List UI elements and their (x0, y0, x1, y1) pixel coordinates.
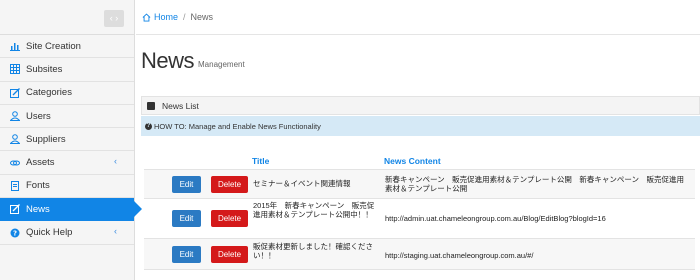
svg-text:?: ? (13, 229, 17, 237)
user-icon (9, 110, 21, 122)
howto-text: HOW TO: Manage and Enable News Functiona… (154, 121, 321, 131)
link-icon (9, 157, 21, 169)
chevron-left-icon: ‹ (114, 156, 117, 167)
news-list-panel: News List ? HOW TO: Manage and Enable Ne… (141, 96, 700, 270)
news-content-cell: http://admin.uat.chameleongroup.com.au/B… (385, 214, 606, 223)
grid-icon (9, 63, 21, 75)
sidebar-item-users[interactable]: Users (0, 105, 134, 129)
question-circle-icon: ? (9, 227, 21, 239)
edit-icon (9, 87, 21, 99)
user-icon (9, 133, 21, 145)
sidebar-item-news[interactable]: News (0, 198, 142, 222)
breadcrumb-home-link[interactable]: Home (154, 12, 178, 22)
sidebar-item-label: Categories (26, 87, 72, 99)
sidebar-header: ‹ › (0, 0, 134, 35)
app: ‹ › Site Creation Subsites Categories Us… (0, 0, 700, 280)
sidebar-collapse-button[interactable]: ‹ › (104, 10, 124, 27)
sidebar-item-label: Quick Help (26, 227, 73, 239)
panel-title: News List (162, 100, 199, 111)
edit-icon (9, 203, 21, 215)
sidebar-item-suppliers[interactable]: Suppliers (0, 128, 134, 152)
chevron-left-icon: ‹ (114, 226, 117, 237)
sidebar-item-subsites[interactable]: Subsites (0, 58, 134, 82)
home-icon (142, 12, 151, 22)
howto-link[interactable]: ? HOW TO: Manage and Enable News Functio… (141, 116, 700, 136)
main-content: Home / News News Management News List ? … (136, 0, 700, 280)
news-title-cell: 2015年 新春キャンペーン 販売促進用素材＆テンプレート公開中！！ (253, 201, 375, 219)
sidebar-item-quick-help[interactable]: ? Quick Help ‹ (0, 221, 134, 245)
news-table: Title News Content Edit Delete セミナー＆イベント… (144, 152, 695, 270)
breadcrumb-separator: / (183, 12, 186, 22)
news-content-cell: http://staging.uat.chameleongroup.com.au… (385, 251, 534, 260)
sidebar-item-label: Users (26, 110, 51, 122)
delete-button[interactable]: Delete (211, 210, 248, 227)
page-header: News Management (136, 35, 700, 87)
edit-button[interactable]: Edit (172, 210, 201, 227)
page-subtitle: Management (198, 59, 245, 69)
delete-button[interactable]: Delete (211, 246, 248, 263)
edit-icon (147, 101, 155, 110)
sidebar-item-categories[interactable]: Categories (0, 82, 134, 105)
sidebar-item-fonts[interactable]: Fonts (0, 175, 134, 199)
column-header-news-content[interactable]: News Content (384, 156, 441, 166)
question-circle-icon: ? (145, 122, 152, 130)
edit-button[interactable]: Edit (172, 246, 201, 263)
breadcrumb: Home / News (136, 0, 700, 35)
table-row: Edit Delete セミナー＆イベント関連情報 新春キャンペーン 販売促進用… (144, 169, 695, 198)
sidebar-item-label: Assets (26, 157, 55, 169)
page-title: News (141, 48, 195, 73)
sidebar-item-assets[interactable]: Assets ‹ (0, 151, 134, 175)
panel-header: News List (141, 96, 700, 115)
bar-chart-icon (9, 40, 21, 52)
table-header: Title News Content (144, 152, 695, 169)
sidebar-item-label: News (26, 203, 50, 215)
edit-button[interactable]: Edit (172, 176, 201, 193)
table-row: Edit Delete 2015年 新春キャンペーン 販売促進用素材＆テンプレー… (144, 198, 695, 238)
news-content-cell: 新春キャンペーン 販売促進用素材＆テンプレート公開 新春キャンペーン 販売促進用… (385, 175, 685, 193)
sidebar-item-label: Subsites (26, 63, 63, 75)
sidebar-item-label: Site Creation (26, 40, 81, 52)
news-title-cell: セミナー＆イベント関連情報 (253, 179, 351, 188)
sidebar-item-site-creation[interactable]: Site Creation (0, 35, 134, 59)
sidebar: ‹ › Site Creation Subsites Categories Us… (0, 0, 142, 280)
breadcrumb-current: News (190, 12, 214, 22)
news-title-cell: 販促素材更新しました！確認ください！！ (253, 242, 373, 260)
column-header-title[interactable]: Title (252, 156, 269, 166)
sidebar-item-label: Suppliers (26, 133, 66, 145)
delete-button[interactable]: Delete (211, 176, 248, 193)
file-icon (9, 180, 21, 192)
sidebar-item-label: Fonts (26, 180, 50, 192)
table-row: Edit Delete 販促素材更新しました！確認ください！！ http://s… (144, 238, 695, 270)
